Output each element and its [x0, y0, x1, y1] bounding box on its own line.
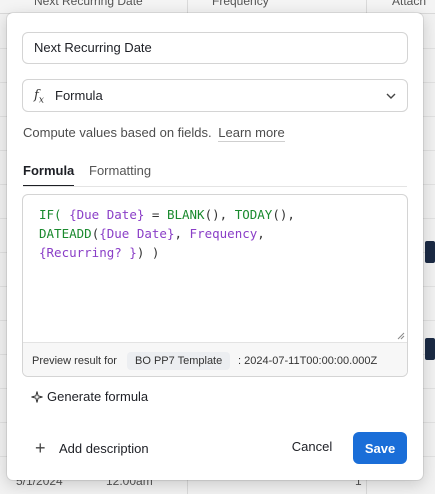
preview-record-chip[interactable]: BO PP7 Template — [127, 352, 231, 370]
formula-token-punct: ) ) — [136, 245, 160, 260]
tab-formatting[interactable]: Formatting — [89, 163, 151, 178]
formula-token-operator: = — [144, 207, 167, 222]
field-type-select[interactable]: fx Formula — [22, 79, 408, 112]
cancel-button[interactable]: Cancel — [278, 431, 346, 463]
column-header-attach[interactable]: Attach — [392, 0, 426, 8]
learn-more-link[interactable]: Learn more — [218, 125, 285, 142]
formula-token-function: TODAY — [234, 207, 273, 222]
formula-token-function: DATEADD — [39, 226, 92, 241]
formula-token-punct: , — [257, 226, 265, 241]
field-type-description: Compute values based on fields. Learn mo… — [23, 125, 285, 142]
column-header-frequency[interactable]: Frequency — [212, 0, 269, 8]
attachment-thumbnail[interactable] — [425, 241, 435, 263]
add-description-label: Add description — [59, 441, 149, 456]
chevron-down-icon — [386, 93, 396, 99]
formula-editor[interactable]: IF( {Due Date} = BLANK(), TODAY(), DATEA… — [22, 194, 408, 377]
formula-token-field: Frequency — [189, 226, 258, 241]
formula-token-field: {Due Date} — [99, 226, 175, 241]
attachment-thumbnail[interactable] — [425, 338, 435, 360]
generate-formula-label: Generate formula — [47, 389, 149, 404]
plus-icon: + — [35, 438, 46, 458]
tab-formula[interactable]: Formula — [23, 163, 75, 187]
formula-token-field: {Due Date} — [69, 207, 145, 222]
grid-header: Next Recurring Date Frequency Attach — [0, 0, 435, 14]
field-name-input[interactable]: Next Recurring Date — [22, 32, 408, 64]
formula-token-punct: (), — [204, 207, 235, 222]
formula-token-if: IF( — [39, 207, 62, 222]
column-header-next-recurring-date[interactable]: Next Recurring Date — [34, 0, 143, 8]
preview-bar: Preview result for BO PP7 Template : 202… — [23, 342, 407, 376]
save-button[interactable]: Save — [353, 432, 407, 464]
preview-label: Preview result for — [32, 355, 117, 367]
sparkle-icon — [31, 391, 43, 403]
tabs-divider — [23, 186, 407, 187]
formula-fx-icon: fx — [34, 88, 44, 106]
formula-code[interactable]: IF( {Due Date} = BLANK(), TODAY(), DATEA… — [39, 205, 295, 262]
field-config-dialog: Next Recurring Date fx Formula Compute v… — [7, 13, 423, 480]
description-text: Compute values based on fields. — [23, 125, 212, 140]
formula-token-field: {Recurring? } — [39, 245, 137, 260]
formula-token-punct: , — [174, 226, 190, 241]
resize-handle-icon[interactable] — [397, 332, 405, 340]
formula-token-punct: (), — [272, 207, 295, 222]
field-type-label: Formula — [55, 88, 103, 103]
formula-token-function: BLANK — [166, 207, 205, 222]
preview-value: : 2024-07-11T00:00:00.000Z — [238, 355, 378, 367]
